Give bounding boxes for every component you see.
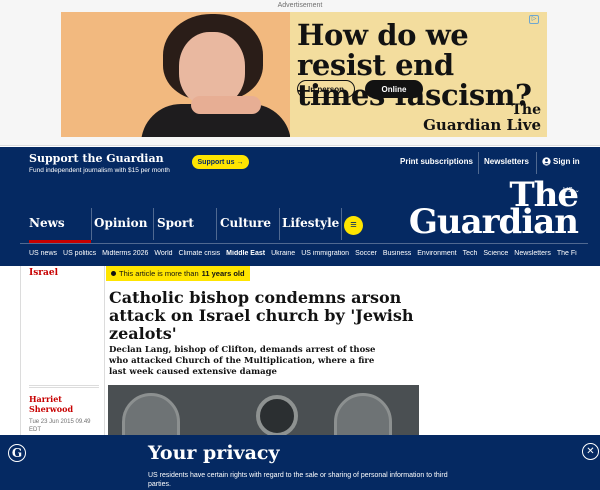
- subnav-item[interactable]: Science: [483, 250, 508, 257]
- author-line2: Sherwood: [29, 404, 74, 414]
- ad-brand: The Guardian Live: [423, 103, 541, 133]
- image-arch: [334, 393, 392, 435]
- subnav-item[interactable]: Tech: [463, 250, 478, 257]
- clock-icon: [111, 271, 116, 276]
- image-rose-window: [256, 395, 298, 435]
- menu-icon: ≡: [350, 219, 357, 231]
- print-subscriptions-link[interactable]: Print subscriptions: [400, 157, 473, 166]
- menu-button[interactable]: ≡: [344, 216, 363, 235]
- article-main-image: [108, 385, 419, 435]
- pillar-lifestyle[interactable]: Lifestyle: [282, 216, 339, 230]
- ad-brand-line2: Guardian Live: [423, 116, 541, 134]
- newsletters-link[interactable]: Newsletters: [484, 157, 529, 166]
- pillar-opinion[interactable]: Opinion: [94, 216, 147, 230]
- arrow-right-icon: →: [236, 158, 244, 166]
- ad-photo-face: [179, 32, 245, 106]
- top-separator: [478, 152, 479, 174]
- support-title: Support the Guardian: [29, 152, 164, 165]
- article-age-badge: This article is more than 11 years old: [106, 266, 250, 281]
- privacy-text: US residents have certain rights with re…: [148, 472, 448, 488]
- subnav-item[interactable]: Midterms 2026: [102, 250, 148, 257]
- column-rule: [20, 266, 21, 436]
- byline-divider: [29, 385, 99, 388]
- support-us-label: Support us: [197, 158, 235, 166]
- sign-in-link[interactable]: Sign in: [542, 157, 580, 166]
- subnav-item[interactable]: Business: [383, 250, 411, 257]
- ad-label: Advertisement: [277, 2, 323, 9]
- pillar-news[interactable]: News: [29, 216, 65, 230]
- subnav-item[interactable]: Middle East: [226, 250, 265, 257]
- ad-photo: [61, 12, 290, 137]
- subnav: US news US politics Midterms 2026 World Clim…: [29, 250, 577, 257]
- subnav-divider: [20, 243, 588, 244]
- top-separator: [536, 152, 537, 174]
- guardian-logo[interactable]: The Guardian: [408, 178, 579, 242]
- subnav-item[interactable]: World: [154, 250, 172, 257]
- ad-photo-hands: [191, 96, 261, 114]
- article-standfirst: Declan Lang, bishop of Clifton, demands …: [109, 345, 376, 377]
- column-rule: [104, 266, 105, 436]
- date-line2: EDT: [29, 427, 41, 433]
- pillar-culture[interactable]: Culture: [220, 216, 271, 230]
- pillar-sport[interactable]: Sport: [157, 216, 194, 230]
- privacy-banner: G Your privacy US residents have certain…: [0, 435, 600, 490]
- age-prefix: This article is more than: [119, 269, 199, 278]
- privacy-title: Your privacy: [148, 442, 280, 464]
- logo-line2: Guardian: [408, 202, 579, 242]
- pillar-divider: [153, 208, 154, 240]
- pillar-divider: [91, 208, 92, 240]
- author-line1: Harriet: [29, 394, 62, 404]
- sign-in-label: Sign in: [553, 157, 580, 166]
- subnav-item[interactable]: The Fi: [557, 250, 577, 257]
- subnav-item[interactable]: US news: [29, 250, 57, 257]
- pillar-divider: [341, 208, 342, 240]
- user-icon: [542, 157, 551, 166]
- ad-pill-in-person[interactable]: In person: [297, 80, 355, 98]
- date-line1: Tue 23 Jun 2015 09.49: [29, 419, 91, 425]
- subnav-item[interactable]: US immigration: [301, 250, 349, 257]
- publication-date: Tue 23 Jun 2015 09.49 EDT: [29, 418, 91, 434]
- subnav-item[interactable]: Environment: [417, 250, 456, 257]
- subnav-item[interactable]: Soccer: [355, 250, 377, 257]
- author-link[interactable]: Harriet Sherwood: [29, 394, 73, 414]
- subnav-item[interactable]: Newsletters: [514, 250, 551, 257]
- close-icon[interactable]: ✕: [582, 443, 599, 460]
- guardian-roundel-icon: G: [8, 444, 26, 462]
- ad-band: Advertisement ▷ How do we resist end tim…: [0, 0, 600, 146]
- pillar-divider: [279, 208, 280, 240]
- image-arch: [122, 393, 180, 435]
- pillar-divider: [216, 208, 217, 240]
- subnav-item[interactable]: US politics: [63, 250, 96, 257]
- subnav-item[interactable]: Ukraine: [271, 250, 295, 257]
- subnav-item[interactable]: Climate crisis: [179, 250, 221, 257]
- age-value: 11 years old: [201, 269, 245, 278]
- support-subtitle: Fund independent journalism with $15 per…: [29, 167, 170, 174]
- support-us-button[interactable]: Support us →: [192, 155, 249, 169]
- article-headline: Catholic bishop condemns arson attack on…: [109, 288, 414, 343]
- ad-banner[interactable]: ▷ How do we resist end times fascism? In…: [61, 12, 547, 137]
- ad-pill-online[interactable]: Online: [365, 80, 423, 98]
- section-label[interactable]: Israel: [29, 268, 58, 278]
